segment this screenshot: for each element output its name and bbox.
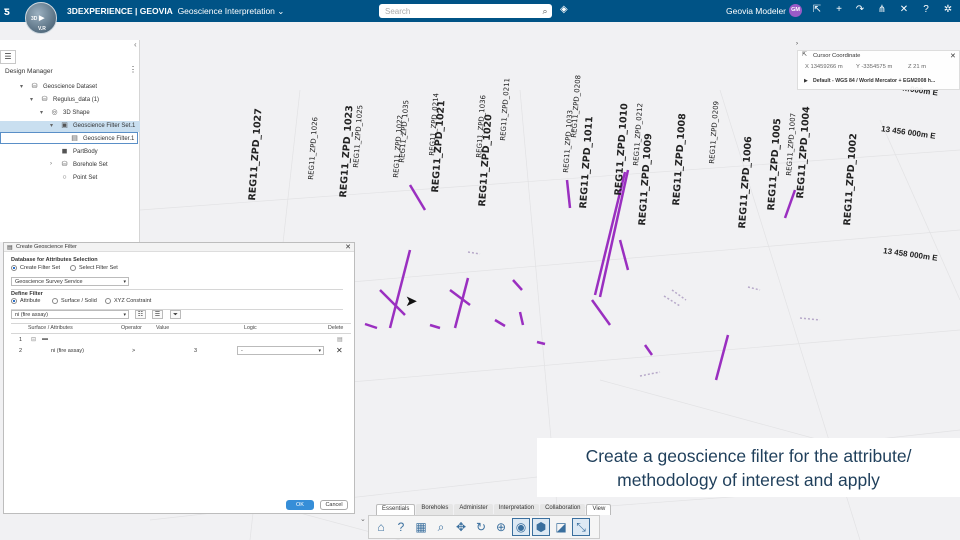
cube-icon[interactable]: ⬢ <box>532 518 550 536</box>
close-icon[interactable]: ✕ <box>345 243 351 251</box>
chevron-down-icon: ▾ <box>123 279 126 285</box>
tree-item[interactable]: ▤ Geoscience Filter.1 <box>70 133 134 145</box>
compass-icon[interactable]: ◪ <box>552 518 570 536</box>
delete-row-icon[interactable]: ✕ <box>336 346 343 355</box>
logic-select[interactable]: - ▾ <box>237 346 324 355</box>
tab-administer[interactable]: Administer <box>454 504 493 515</box>
define-section-title: Define Filter <box>11 291 43 297</box>
panel-title: Design Manager <box>5 68 53 75</box>
column-header: Logic <box>244 325 257 331</box>
table-divider <box>11 333 351 334</box>
dataset-icon: ⛁ <box>31 82 38 90</box>
tree-item[interactable]: ⛁ Geoscience Dataset <box>30 81 97 93</box>
attribute-select[interactable]: ni (fire assay) ▾ <box>11 310 129 319</box>
surface-solid-radio[interactable]: Surface / Solid <box>52 298 97 304</box>
expand-icon[interactable]: › <box>796 41 798 47</box>
divider <box>11 289 343 290</box>
tree-item[interactable]: ⛁ Borehole Set <box>60 159 108 171</box>
column-header: Operator <box>121 325 142 331</box>
collapse-icon[interactable]: ⊟ <box>31 336 36 343</box>
folder-icon: ▬ <box>42 336 48 342</box>
table-row[interactable]: 1 ⊟ ▬ ▤ <box>11 336 351 346</box>
ok-button[interactable]: OK <box>286 500 314 510</box>
chevron-down-icon: ▾ <box>123 312 126 318</box>
cursor-icon: ⇱ <box>802 52 807 58</box>
tree-toggle-icon[interactable]: ☰ <box>0 50 16 64</box>
home-icon[interactable]: ⌂ <box>372 518 390 536</box>
tab-essentials[interactable]: Essentials <box>376 504 416 515</box>
layer-icon[interactable]: ▦ <box>412 518 430 536</box>
create-filter-set-radio[interactable]: Create Filter Set <box>11 265 60 271</box>
action-bar: ⌂ ? ▦ ⌕ ✥ ↻ ⊕ ◉ ⬢ ◪ ⤡ <box>368 515 600 539</box>
borehole-icon: ⛁ <box>61 160 68 168</box>
xyz-constraint-radio[interactable]: XYZ Constraint <box>105 298 151 304</box>
attribute-radio[interactable]: Attribute <box>11 298 40 304</box>
compass-vr-label: V.R <box>38 26 46 32</box>
chevron-down-icon: ▾ <box>318 348 321 354</box>
shape-icon: ◎ <box>51 108 58 116</box>
tutorial-caption: Create a geoscience filter for the attri… <box>537 438 960 497</box>
filter-set-icon: ▣ <box>61 121 68 129</box>
filter-icon: ▤ <box>7 245 13 251</box>
point-set-icon: ○ <box>62 173 67 181</box>
tab-interpretation[interactable]: Interpretation <box>493 504 540 515</box>
tree-item[interactable]: ◎ 3D Shape <box>50 107 89 119</box>
cursor-title: Cursor Coordinate <box>813 53 861 59</box>
collapse-panel-icon[interactable]: ‹ <box>134 40 137 49</box>
column-header: Delete <box>328 325 344 331</box>
tab-boreholes[interactable]: Boreholes <box>416 504 454 515</box>
list-icon[interactable]: ☰ <box>152 310 163 319</box>
z-coordinate: Z 21 m <box>908 64 927 70</box>
create-filter-dialog: Create Geoscience Filter ▤ ✕ Database fo… <box>3 242 355 514</box>
rotate-icon[interactable]: ↻ <box>472 518 490 536</box>
operator-cell[interactable]: > <box>132 348 135 354</box>
compass-icon[interactable]: 3D V.R ▶ <box>25 2 57 34</box>
tree-item[interactable]: ⛁ Regulus_data (1) <box>40 94 99 106</box>
filter-icon: ▤ <box>71 134 78 142</box>
column-header: Value <box>156 325 170 331</box>
filter-icon[interactable]: ⏷ <box>170 310 181 319</box>
pan-icon[interactable]: ✥ <box>452 518 470 536</box>
table-divider <box>11 323 351 324</box>
column-header: Surface / Attributes <box>28 325 73 331</box>
db-section-title: Database for Attributes Selection <box>11 257 98 263</box>
tab-collaboration[interactable]: Collaboration <box>540 504 586 515</box>
more-menu-icon[interactable]: ⋮ <box>129 65 137 74</box>
y-coordinate: Y -3354575 m <box>856 64 893 70</box>
attribute-cell[interactable]: ni (fire assay) <box>51 348 84 354</box>
tab-view[interactable]: View <box>586 504 612 515</box>
expand-icon[interactable]: ▶ <box>804 78 808 84</box>
render-icon[interactable]: ◉ <box>512 518 530 536</box>
measure-icon[interactable]: ⤡ <box>572 518 590 536</box>
close-icon[interactable]: ✕ <box>950 52 956 60</box>
action-bar-tabs: Essentials Boreholes Administer Interpre… <box>376 504 612 515</box>
delete-all-icon[interactable]: ▤ <box>337 336 343 343</box>
value-cell[interactable]: 3 <box>194 348 197 354</box>
tree-item[interactable]: ◼ PartBody <box>60 146 98 158</box>
help-icon[interactable]: ? <box>392 518 410 536</box>
tree-item[interactable]: ▣ Geoscience Filter Set.1 <box>60 120 135 132</box>
chevron-down-icon[interactable]: ⌄ <box>360 515 366 523</box>
data-icon: ⛁ <box>41 95 48 103</box>
cursor-coordinate-panel: › ⇱ Cursor Coordinate ✕ X 13459266 m Y -… <box>796 41 960 90</box>
table-row[interactable]: 2 ni (fire assay) > 3 - ▾ ✕ <box>11 346 351 357</box>
cancel-button[interactable]: Cancel <box>320 500 348 510</box>
service-select[interactable]: Geoscience Survey Service ▾ <box>11 277 129 286</box>
x-coordinate: X 13459266 m <box>805 64 843 70</box>
crs-label: Default - WGS 84 / World Mercator + EGM2… <box>813 78 936 84</box>
select-filter-set-radio[interactable]: Select Filter Set <box>70 265 118 271</box>
add-row-icon[interactable]: ☷ <box>135 310 146 319</box>
tree-item[interactable]: ○ Point Set <box>60 172 97 184</box>
zoom-area-icon[interactable]: ⊕ <box>492 518 510 536</box>
mouse-cursor-icon: ➤ <box>405 293 418 310</box>
compass-3d-label: 3D <box>31 16 38 22</box>
partbody-icon: ◼ <box>61 147 68 155</box>
dialog-title: Create Geoscience Filter <box>4 243 354 252</box>
zoom-icon[interactable]: ⌕ <box>432 518 450 536</box>
